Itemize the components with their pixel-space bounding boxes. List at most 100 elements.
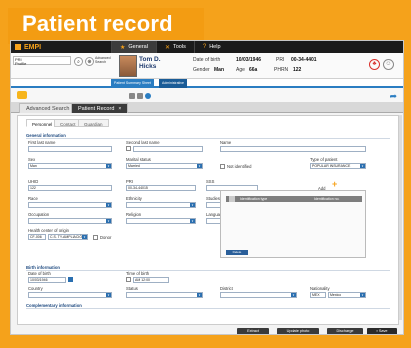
advanced-search-link[interactable]: Advanced Search <box>95 56 117 66</box>
pri-label: PRI <box>276 57 285 63</box>
nationality-select[interactable]: Mexico ▾ <box>328 292 366 298</box>
country-select[interactable]: ▾ <box>28 292 112 298</box>
discharge-button[interactable]: Discharge <box>327 328 363 334</box>
health-center-code[interactable]: CF-006 <box>28 234 46 240</box>
age-label: Age <box>236 67 245 73</box>
menu-bar: EMPI ★ General ✕ Tools ? Help <box>11 41 403 53</box>
save-button[interactable]: ▪ Save <box>367 328 397 334</box>
patient-name: Tom D. Hicks <box>139 56 161 70</box>
tab-guardian[interactable]: Guardian <box>78 119 109 127</box>
menu-general[interactable]: ★ General <box>111 41 156 53</box>
advanced-search-icon[interactable]: ⊕ <box>85 57 94 66</box>
patient-type-label: Type of patient <box>310 157 338 162</box>
patient-type-value: POPULAR INSURANCE <box>312 164 351 168</box>
menu-tools-label: Tools <box>173 44 186 50</box>
chevron-down-icon: ▾ <box>106 219 111 223</box>
search-icon[interactable]: ⌕ <box>74 57 83 66</box>
ethnicity-select[interactable]: ▾ <box>126 202 196 208</box>
gender-label: Gender <box>193 67 210 73</box>
calendar-icon[interactable] <box>68 277 73 282</box>
health-center-select[interactable]: C.S. TY-AMPLIACIÓN ▾ <box>48 234 88 240</box>
district-label: District <box>220 286 233 291</box>
second-last-name-checkbox[interactable] <box>126 146 131 151</box>
first-last-name-field[interactable] <box>28 146 112 152</box>
name-field[interactable] <box>220 146 366 152</box>
nationality-code[interactable]: MEX <box>310 292 326 298</box>
menu-tools[interactable]: ✕ Tools <box>155 41 194 53</box>
uhid-field[interactable]: 122 <box>28 185 112 191</box>
title-banner: Patient record <box>8 8 204 44</box>
sex-label: Sex <box>28 157 36 162</box>
second-last-name-label: Second last name <box>126 140 160 145</box>
update-photo-button[interactable]: Update photo <box>277 328 319 334</box>
country-label: Country <box>28 286 43 291</box>
nationality-value: Mexico <box>330 293 342 297</box>
pri-field[interactable]: 00-34-44015 <box>126 185 196 191</box>
religion-select[interactable]: ▾ <box>126 218 196 224</box>
logo-text: EMPI <box>24 43 42 51</box>
phrn-label: PHRN <box>274 67 289 73</box>
time-of-birth-checkbox[interactable] <box>126 277 131 282</box>
tab-administrative[interactable]: Administrative <box>159 79 187 88</box>
folder-icon[interactable] <box>17 91 27 99</box>
close-icon[interactable]: × <box>118 106 121 112</box>
add-icon[interactable]: + <box>332 179 337 189</box>
state-select[interactable]: ▾ <box>126 292 203 298</box>
summary-tabs: Patient Summary Sheet Administrative <box>11 79 403 88</box>
nationality-label: Nationality <box>310 286 330 291</box>
health-center-label: Health center of origin <box>28 228 69 233</box>
grid-icon[interactable] <box>129 93 135 99</box>
logo: EMPI <box>11 41 111 53</box>
marital-status-value: Married <box>128 164 140 168</box>
phrn-value: 122 <box>293 67 302 73</box>
date-of-birth-field[interactable]: 10/03/1946 <box>28 277 66 283</box>
dob-label: Date of birth <box>193 57 221 63</box>
menu-help-label: Help <box>209 44 221 50</box>
marital-status-label: Marital status <box>126 157 151 162</box>
print-icon[interactable] <box>137 93 143 99</box>
state-label: Status <box>126 286 138 291</box>
district-select[interactable]: ▾ <box>220 292 297 298</box>
pri-value: 00-34-4401 <box>291 57 317 63</box>
sex-select[interactable]: Man ▾ <box>28 163 112 169</box>
chevron-down-icon: ▾ <box>106 164 111 168</box>
extract-button[interactable]: Extract <box>237 328 269 334</box>
identification-panel: Identification type Identification no. <box>220 190 366 258</box>
race-label: Race <box>28 196 38 201</box>
alert-icon[interactable]: ♣ <box>369 59 380 70</box>
app-window: EMPI ★ General ✕ Tools ? Help PRI Profile ⌕… <box>10 40 404 335</box>
tab-advanced-search-label: Advanced Search <box>26 106 70 112</box>
sss-label: SSS <box>206 179 215 184</box>
user-icon[interactable]: ☺ <box>383 59 394 70</box>
id-no-header: Identification no. <box>314 197 340 201</box>
chevron-down-icon: ▾ <box>291 293 296 297</box>
race-select[interactable]: ▾ <box>28 202 112 208</box>
chevron-down-icon: ▾ <box>360 293 365 297</box>
patient-type-select[interactable]: POPULAR INSURANCE ▾ <box>310 163 366 169</box>
occupation-select[interactable]: ▾ <box>28 218 112 224</box>
occupation-label: Occupation <box>28 212 50 217</box>
action-bar: Extract Update photo Discharge ▪ Save <box>11 326 403 334</box>
help-icon: ? <box>202 44 207 50</box>
marital-status-select[interactable]: Married ▾ <box>126 163 203 169</box>
sex-value: Man <box>30 164 37 168</box>
share-icon[interactable]: ➦ <box>389 91 397 102</box>
menu-help[interactable]: ? Help <box>193 41 229 53</box>
chevron-down-icon: ▾ <box>197 164 202 168</box>
patient-search-input[interactable]: PRI Profile <box>13 56 71 65</box>
time-of-birth-field[interactable]: AM 12:00 <box>133 277 169 283</box>
patient-header: PRI Profile ⌕ ⊕ Advanced Search Tom D. Hi… <box>11 53 403 79</box>
donor-checkbox[interactable] <box>93 235 98 240</box>
uhid-label: UHID <box>28 179 39 184</box>
delete-button[interactable]: Delete <box>226 250 248 255</box>
select-all-checkbox[interactable] <box>229 196 235 202</box>
tab-patient-summary[interactable]: Patient Summary Sheet <box>111 79 154 88</box>
id-type-header: Identification type <box>240 197 268 201</box>
info-icon[interactable] <box>145 93 151 99</box>
scrollbar[interactable] <box>399 115 402 320</box>
tab-patient-record[interactable]: Patient Record × <box>71 103 129 113</box>
donor-label: Donor <box>100 235 112 240</box>
second-last-name-field[interactable] <box>133 146 203 152</box>
pri-field-label: PRI <box>126 179 133 184</box>
not-identified-checkbox[interactable] <box>220 164 225 169</box>
